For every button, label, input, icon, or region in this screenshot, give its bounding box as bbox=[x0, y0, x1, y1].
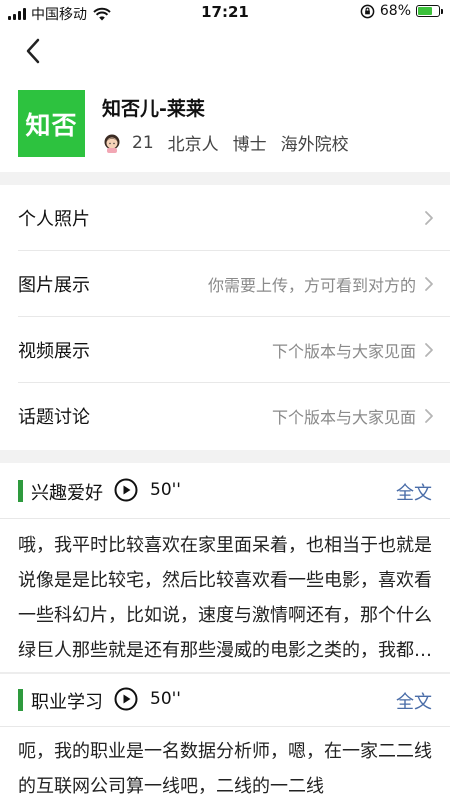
rotation-lock-icon bbox=[360, 4, 375, 18]
battery-percent: 68% bbox=[379, 3, 411, 19]
section-accent-bar bbox=[18, 689, 23, 711]
menu-item-right: 你需要上传，方可看到对方的 bbox=[208, 251, 434, 317]
battery-icon bbox=[416, 5, 443, 17]
battery-level bbox=[418, 7, 432, 15]
audio-duration: 50'' bbox=[150, 689, 181, 709]
menu-item-hint: 下个版本与大家见面 bbox=[271, 408, 416, 427]
profile-logo: 知否 bbox=[18, 90, 85, 157]
chevron-right-icon bbox=[425, 211, 433, 225]
menu-item-right: 下个版本与大家见面 bbox=[272, 317, 434, 383]
menu-item-right: 下个版本与大家见面 bbox=[272, 383, 434, 449]
chevron-right-icon bbox=[425, 409, 433, 423]
menu-item-hint: 你需要上传，方可看到对方的 bbox=[207, 276, 416, 295]
section-accent-bar bbox=[18, 480, 23, 502]
full-text-link[interactable]: 全文 bbox=[396, 688, 432, 714]
section-gap bbox=[0, 450, 450, 463]
menu-item-label: 视频展示 bbox=[18, 341, 90, 362]
profile-menu: 个人照片 图片展示 你需要上传，方可看到对方的 视频展示 下个版本与大家见面 话… bbox=[0, 185, 450, 449]
career-section-header: 职业学习 50'' 全文 bbox=[0, 672, 450, 728]
menu-item-personal-photos[interactable]: 个人照片 bbox=[0, 185, 450, 251]
menu-item-image-gallery[interactable]: 图片展示 你需要上传，方可看到对方的 bbox=[0, 251, 450, 317]
section-gap bbox=[0, 172, 450, 185]
back-button[interactable] bbox=[18, 36, 48, 66]
hobbies-text: 哦，我平时比较喜欢在家里面呆着，也相当于也就是说像是是比较宅，然后比较喜欢看一些… bbox=[18, 535, 432, 661]
career-text: 呃，我的职业是一名数据分析师，嗯，在一家二二线的互联网公司算一线吧，二线的一二线 bbox=[18, 741, 432, 797]
section-title: 兴趣爱好 bbox=[31, 483, 103, 504]
section-title: 职业学习 bbox=[31, 692, 103, 713]
girl-avatar-icon bbox=[104, 134, 120, 153]
chevron-right-icon bbox=[425, 277, 433, 291]
menu-item-label: 图片展示 bbox=[18, 275, 90, 296]
menu-item-label: 话题讨论 bbox=[18, 407, 90, 428]
profile-age: 21 bbox=[132, 132, 154, 153]
chevron-left-icon bbox=[26, 38, 40, 64]
play-circle-icon[interactable] bbox=[114, 687, 138, 711]
profile-name: 知否儿-莱莱 bbox=[102, 98, 205, 120]
profile-school: 海外院校 bbox=[280, 135, 349, 155]
chevron-right-icon bbox=[425, 343, 433, 357]
audio-duration: 50'' bbox=[150, 480, 181, 500]
profile-degree: 博士 bbox=[232, 135, 267, 155]
menu-item-right bbox=[424, 185, 434, 251]
hobbies-section-header: 兴趣爱好 50'' 全文 bbox=[0, 463, 450, 519]
menu-item-topic-discussion[interactable]: 话题讨论 下个版本与大家见面 bbox=[0, 383, 450, 449]
divider bbox=[0, 726, 450, 727]
menu-item-label: 个人照片 bbox=[18, 209, 90, 230]
status-bar-right: 68% bbox=[360, 3, 443, 19]
profile-header: 知否 知否儿-莱莱 21 北京人 博士 海外院校 bbox=[18, 90, 438, 160]
play-circle-icon[interactable] bbox=[114, 478, 138, 502]
divider bbox=[0, 518, 450, 519]
profile-hometown: 北京人 bbox=[167, 135, 219, 155]
full-text-link[interactable]: 全文 bbox=[396, 479, 432, 505]
status-bar: 中国移动 17:21 68% bbox=[0, 0, 450, 26]
profile-meta: 21 北京人 博士 海外院校 bbox=[102, 130, 363, 155]
menu-item-hint: 下个版本与大家见面 bbox=[271, 342, 416, 361]
menu-item-video-gallery[interactable]: 视频展示 下个版本与大家见面 bbox=[0, 317, 450, 383]
